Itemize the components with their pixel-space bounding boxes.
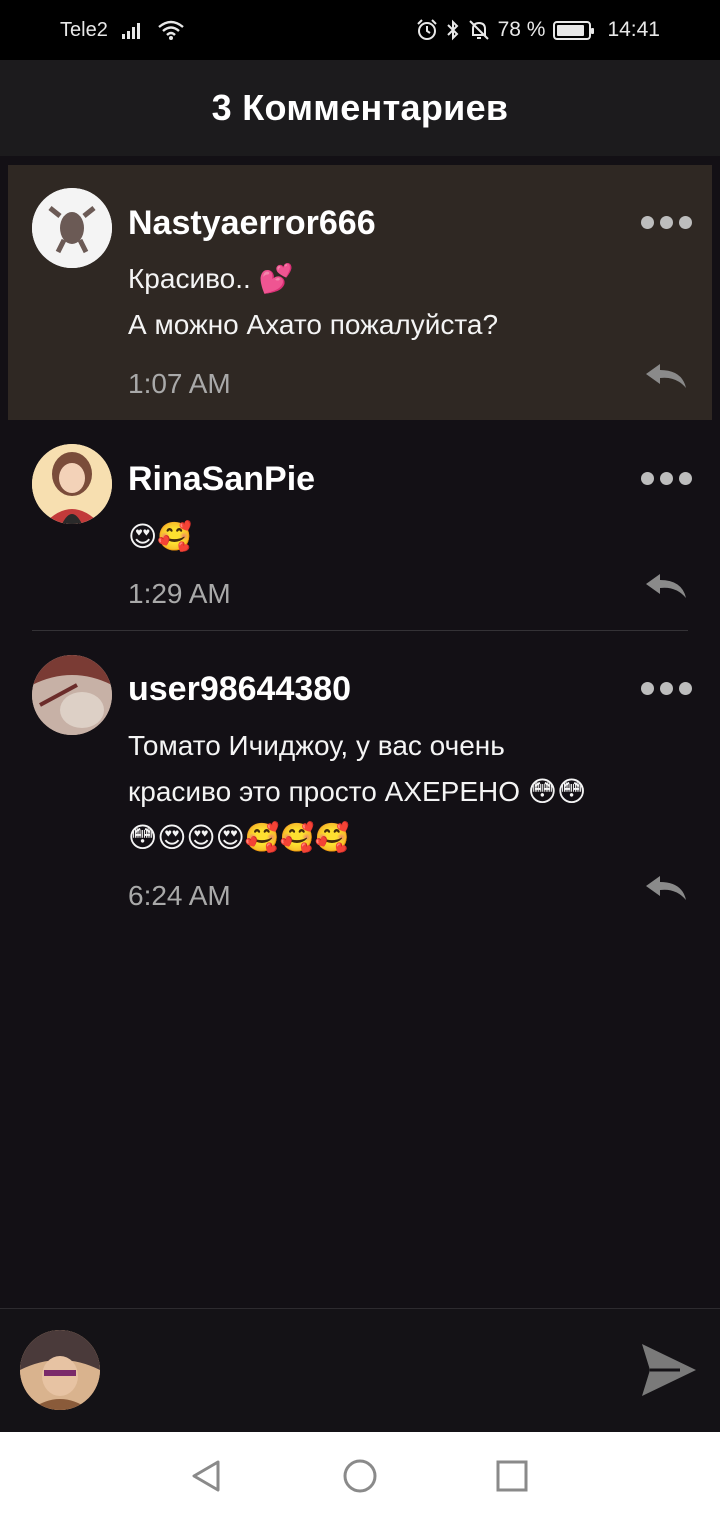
comment-item[interactable] xyxy=(0,420,720,630)
reply-arrow-icon[interactable] xyxy=(644,874,688,902)
comment-line: А можно Ахато пожалуйста? xyxy=(128,309,499,340)
bluetooth-icon xyxy=(446,19,458,41)
more-dots-icon[interactable] xyxy=(641,472,692,485)
wifi-icon xyxy=(158,20,184,40)
mute-bell-icon xyxy=(468,20,489,40)
avatar-image xyxy=(32,188,112,268)
comment-time: 1:29 AM xyxy=(128,578,231,609)
comment-line: 😳😍😍😍🥰🥰🥰 xyxy=(128,822,350,853)
more-dots-icon[interactable] xyxy=(641,682,692,695)
comment-time: 6:24 AM xyxy=(128,880,231,911)
my-avatar[interactable] xyxy=(20,1330,100,1410)
comment-time: 1:07 AM xyxy=(128,368,231,399)
home-circle-icon[interactable] xyxy=(342,1458,378,1494)
comment-line: красиво это просто АХЕРЕНО 😳😳 xyxy=(128,776,587,807)
avatar-image xyxy=(32,444,112,524)
reply-arrow-icon[interactable] xyxy=(644,572,688,600)
avatar-image xyxy=(20,1330,100,1410)
battery-percent: 78 % xyxy=(497,18,546,41)
comment-composer xyxy=(0,1308,720,1432)
send-icon[interactable] xyxy=(640,1342,698,1398)
recent-square-icon[interactable] xyxy=(494,1458,530,1494)
avatar[interactable] xyxy=(32,188,112,268)
comment-text: Томато Ичиджоу, у вас очень красиво это … xyxy=(128,723,586,861)
clock: 14:41 xyxy=(607,18,660,41)
comment-username[interactable]: user98644380 xyxy=(128,670,351,709)
comment-line: 😍🥰 xyxy=(128,521,193,552)
comment-username[interactable]: RinaSanPie xyxy=(128,460,315,499)
comment-divider xyxy=(32,630,688,631)
comment-line: Томато Ичиджоу, у вас очень xyxy=(128,730,505,761)
avatar[interactable] xyxy=(32,655,112,735)
more-dots-icon[interactable] xyxy=(641,216,692,229)
reply-arrow-icon[interactable] xyxy=(644,362,688,390)
comments-header: 3 Комментариев xyxy=(0,60,720,156)
avatar-image xyxy=(32,655,112,735)
page-title: 3 Комментариев xyxy=(211,87,509,128)
comment-text: Красиво.. 💕 А можно Ахато пожалуйста? xyxy=(128,256,498,348)
battery-icon xyxy=(553,20,595,40)
comment-username[interactable]: Nastyaerror666 xyxy=(128,204,376,243)
back-triangle-icon[interactable] xyxy=(188,1458,224,1494)
comment-line: Красиво.. 💕 xyxy=(128,263,294,294)
alarm-icon xyxy=(416,19,437,40)
status-bar: Tele2 78 % 14:41 xyxy=(0,0,720,60)
comment-text: 😍🥰 xyxy=(128,514,192,560)
carrier-label: Tele2 xyxy=(60,18,108,41)
avatar[interactable] xyxy=(32,444,112,524)
signal-icon xyxy=(121,23,140,39)
